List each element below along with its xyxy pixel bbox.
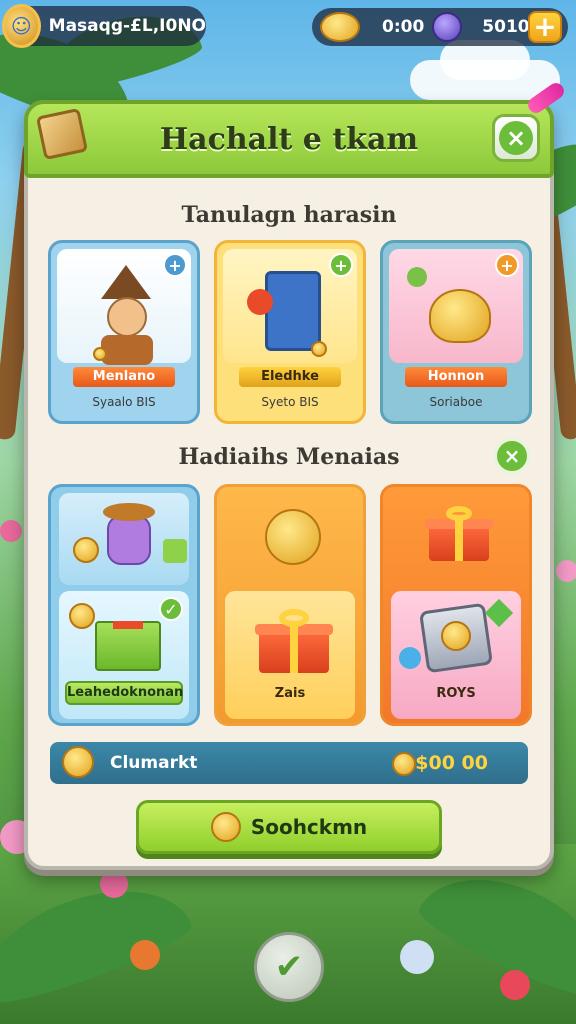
currency-label: Clumarkt xyxy=(110,753,198,773)
coin-icon xyxy=(320,12,360,42)
card-art-lower: Zais xyxy=(225,591,355,719)
wizard-hat-icon xyxy=(101,265,151,299)
currency-price: $00 00 xyxy=(415,752,488,774)
scroll-icon xyxy=(35,107,89,161)
card-subtitle: Soriaboe xyxy=(429,395,483,409)
shop-card-bundle[interactable]: ✓ Leahedoknonan xyxy=(48,484,200,726)
card-label: Leahedoknonan xyxy=(65,681,183,705)
coin-icon xyxy=(93,347,107,361)
coin-icon xyxy=(441,621,471,651)
close-button[interactable]: × xyxy=(492,114,540,162)
panel-header: Hachalt e tkam × xyxy=(24,79,567,178)
add-badge[interactable]: + xyxy=(163,253,187,277)
coin-icon xyxy=(62,746,94,778)
section-title-top: Tanulagn harasin xyxy=(181,202,397,228)
coin-icon xyxy=(73,537,99,563)
currency-bar: Clumarkt $00 00 xyxy=(50,742,528,784)
card-label: Zais xyxy=(274,686,306,701)
gift-icon xyxy=(255,603,333,673)
add-badge[interactable]: + xyxy=(495,253,519,277)
add-currency-button[interactable]: + xyxy=(528,11,562,43)
add-badge[interactable]: + xyxy=(329,253,353,277)
machine-icon xyxy=(265,271,321,351)
card-label: ROYS xyxy=(436,686,476,701)
character-body xyxy=(101,335,153,365)
resource-hud: 0:00 5010 + xyxy=(312,8,568,46)
character-head xyxy=(107,297,147,337)
player-name: Masaqg-£L,I0NO xyxy=(48,16,206,36)
shop-card-vault[interactable]: ROYS xyxy=(380,484,532,726)
gem-icon xyxy=(432,12,463,42)
character-icon xyxy=(107,515,151,565)
card-subtitle: Syaalo BIS xyxy=(92,395,156,409)
cloud xyxy=(440,40,530,80)
flower xyxy=(0,520,22,542)
section-close-button[interactable]: × xyxy=(494,438,530,474)
gem-count: 5010 xyxy=(482,17,530,37)
card-tag: Eledhke xyxy=(239,367,341,387)
coin-icon xyxy=(311,341,327,357)
card-art-lower: ✓ Leahedoknonan xyxy=(59,591,189,719)
section-title-bottom: Hadiaihs Menaias xyxy=(178,444,400,470)
shop-card-machine[interactable]: + Eledhke Syeto BIS xyxy=(214,240,366,424)
shop-card-character[interactable]: + Menlano Syaalo BIS xyxy=(48,240,200,424)
shop-card-gift[interactable]: Zais xyxy=(214,484,366,726)
flower xyxy=(130,940,160,970)
check-badge: ✓ xyxy=(159,597,183,621)
card-subtitle: Syeto BIS xyxy=(261,395,319,409)
hat-icon xyxy=(103,503,155,521)
avatar[interactable]: ☺ xyxy=(2,4,41,48)
shop-panel: Hachalt e tkam × Tanulagn harasin + Menl… xyxy=(24,79,567,870)
card-art xyxy=(59,493,189,585)
coin-icon xyxy=(392,752,416,776)
flower xyxy=(100,870,128,898)
star-icon xyxy=(484,598,514,628)
card-tag: Menlano xyxy=(73,367,175,387)
check-icon: ✔ xyxy=(274,947,304,987)
gift-icon xyxy=(425,501,493,561)
card-tag: Honnon xyxy=(405,367,507,387)
flower xyxy=(400,940,434,974)
purchase-button-label: Soohckmn xyxy=(250,815,368,839)
shop-card-teapot[interactable]: + Honnon Soriaboe xyxy=(380,240,532,424)
badge-coin-icon xyxy=(265,509,321,565)
player-avatar-icon: ☺ xyxy=(10,14,32,38)
confirm-round-button[interactable]: ✔ xyxy=(254,932,324,1002)
flower xyxy=(556,560,576,582)
gem-icon xyxy=(399,647,421,669)
timer-value: 0:00 xyxy=(382,17,425,37)
box-icon xyxy=(163,539,187,563)
gear-icon xyxy=(247,289,273,315)
flower xyxy=(500,970,530,1000)
card-art-lower: ROYS xyxy=(391,591,521,719)
purchase-button[interactable]: Soohckmn xyxy=(136,800,442,854)
teapot-icon xyxy=(429,289,491,343)
coin-icon xyxy=(69,603,95,629)
panel-title: Hachalt e tkam xyxy=(159,121,419,157)
box-stripe xyxy=(113,621,143,629)
player-hud[interactable]: ☺ Masaqg-£L,I0NO xyxy=(2,4,206,48)
leaf-icon xyxy=(407,267,427,287)
close-icon: × xyxy=(499,121,533,155)
coin-icon xyxy=(210,812,241,842)
